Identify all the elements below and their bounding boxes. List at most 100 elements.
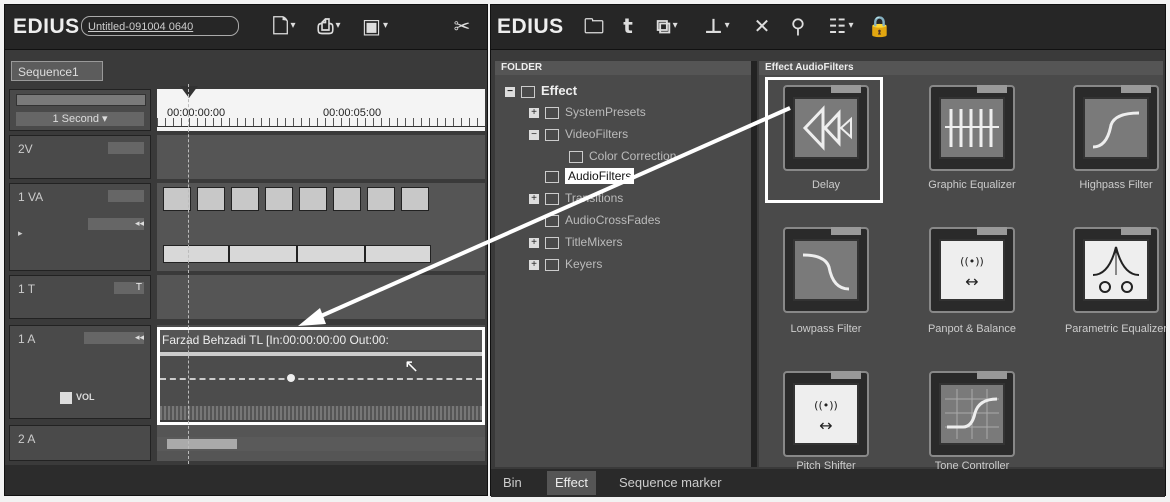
- new-project-button[interactable]: 🗋 ▾: [267, 13, 301, 39]
- panel-splitter[interactable]: [751, 61, 757, 467]
- track-name: 1 VA: [18, 190, 44, 204]
- tree-node-system-presets[interactable]: + SystemPresets: [529, 105, 646, 119]
- track-header-1a[interactable]: 1 A ◂◂ VOL: [9, 325, 151, 419]
- track-header-1va[interactable]: 1 VA ◂◂ ▸: [9, 183, 151, 271]
- effect-pitch-shifter[interactable]: ((•)) ↔: [783, 371, 869, 457]
- scrollbar-thumb[interactable]: [167, 439, 237, 449]
- tab-bin[interactable]: Bin: [495, 471, 530, 495]
- audio-clip[interactable]: [365, 245, 431, 263]
- track-header-2a[interactable]: 2 A: [9, 425, 151, 461]
- tile-tag: [831, 371, 861, 379]
- effect-highpass-filter[interactable]: [1073, 85, 1159, 171]
- lock-icon[interactable]: 🔒: [867, 13, 892, 39]
- folder-icon[interactable]: 🗀: [581, 13, 607, 39]
- svg-text:↔: ↔: [965, 272, 978, 291]
- folder-icon: [545, 214, 559, 227]
- view-mode-icon[interactable]: ☷ ▾: [821, 13, 861, 39]
- effect-parametric-equalizer[interactable]: [1073, 227, 1159, 313]
- volume-keyframe[interactable]: [287, 374, 295, 382]
- timeline-ruler[interactable]: 00:00:00:00 00:00:05:00: [157, 89, 485, 131]
- track-header-1t[interactable]: 1 T T: [9, 275, 151, 319]
- audio-toggle-icon[interactable]: ◂◂: [84, 332, 144, 344]
- audio-toggle-icon[interactable]: ◂◂: [88, 218, 144, 230]
- track-name: 1 A: [18, 332, 36, 346]
- effect-panpot-balance[interactable]: ((•)) ↔: [929, 227, 1015, 313]
- track-toggle-icon[interactable]: [108, 142, 144, 154]
- up-folder-icon[interactable]: t: [615, 13, 641, 39]
- pitch-shifter-icon: ((•)) ↔: [793, 383, 859, 445]
- expand-icon[interactable]: +: [529, 193, 539, 204]
- video-clip-thumb[interactable]: [265, 187, 293, 211]
- status-bar: [5, 465, 487, 495]
- video-clip-thumb[interactable]: [299, 187, 327, 211]
- video-toggle-icon[interactable]: [108, 190, 144, 202]
- volume-icon[interactable]: [60, 392, 72, 404]
- scale-dropdown[interactable]: 1 Second ▾: [16, 112, 144, 126]
- scale-panel: 1 Second ▾: [9, 89, 151, 131]
- tile-tag: [831, 227, 861, 235]
- expand-arrow-icon[interactable]: ▸: [18, 228, 23, 239]
- properties-icon[interactable]: ⚲: [781, 13, 815, 39]
- save-project-button[interactable]: ▣ ▾: [355, 13, 395, 39]
- sequence-tab[interactable]: Sequence1: [11, 61, 103, 81]
- video-clip-thumb[interactable]: [197, 187, 225, 211]
- video-clip-thumb[interactable]: [401, 187, 429, 211]
- ruler-ticks: [157, 118, 485, 127]
- cut-icon[interactable]: ✂: [449, 13, 475, 39]
- collapse-icon[interactable]: −: [505, 86, 515, 97]
- effect-label: Highpass Filter: [1079, 179, 1153, 191]
- tile-tag: [1121, 85, 1151, 93]
- folder-icon: [545, 170, 559, 183]
- effect-label: Delay: [811, 179, 841, 191]
- tree-node-keyers[interactable]: + Keyers: [529, 257, 602, 271]
- audio-clip[interactable]: [297, 245, 365, 263]
- video-clip-thumb[interactable]: [333, 187, 361, 211]
- tree-node-video-filters[interactable]: − VideoFilters: [529, 127, 628, 141]
- tree-node-title-mixers[interactable]: + TitleMixers: [529, 235, 623, 249]
- tree-node-effect[interactable]: − Effect: [505, 83, 577, 98]
- expand-icon[interactable]: +: [529, 107, 539, 118]
- audio-clip[interactable]: [229, 245, 297, 263]
- track-lane-1t[interactable]: [157, 275, 485, 319]
- tree-node-color-correction[interactable]: Color Correction: [569, 149, 676, 163]
- svg-text:((•)): ((•)): [814, 399, 838, 412]
- folder-view-icon[interactable]: ⧉ ▾: [647, 13, 687, 39]
- tree-node-audio-filters[interactable]: AudioFilters: [545, 168, 635, 184]
- video-clip-thumb[interactable]: [163, 187, 191, 211]
- delete-icon[interactable]: ✕: [749, 13, 775, 39]
- horizontal-scrollbar[interactable]: [157, 437, 485, 451]
- tree-node-transitions[interactable]: + Transitions: [529, 191, 623, 205]
- playhead-marker[interactable]: [180, 86, 198, 98]
- tone-controller-icon: [939, 383, 1005, 445]
- title-track-icon[interactable]: T: [114, 282, 144, 294]
- zoom-slider[interactable]: [16, 94, 146, 106]
- effect-label: Graphic Equalizer: [928, 179, 1016, 191]
- rubber-band-line[interactable]: [160, 352, 482, 356]
- panpot-icon: ((•)) ↔: [939, 239, 1005, 301]
- expand-icon[interactable]: +: [529, 259, 539, 270]
- parametric-icon: [1083, 239, 1149, 301]
- app-logo: EDIUS: [13, 15, 80, 38]
- folder-icon: [545, 258, 559, 271]
- track-name: 2 A: [18, 432, 36, 446]
- add-effect-icon[interactable]: ⊥ ▾: [697, 13, 737, 39]
- track-header-2v[interactable]: 2V: [9, 135, 151, 179]
- expand-icon[interactable]: +: [529, 237, 539, 248]
- audio-clip[interactable]: [163, 245, 229, 263]
- collapse-icon[interactable]: −: [529, 129, 539, 140]
- video-clip-thumb[interactable]: [367, 187, 395, 211]
- effect-label: Panpot & Balance: [927, 323, 1017, 335]
- video-clip-thumb[interactable]: [231, 187, 259, 211]
- tab-sequence-marker[interactable]: Sequence marker: [611, 471, 730, 495]
- effect-graphic-equalizer[interactable]: [929, 85, 1015, 171]
- volume-line[interactable]: [160, 378, 482, 380]
- effect-lowpass-filter[interactable]: [783, 227, 869, 313]
- tree-node-audio-cross-fades[interactable]: AudioCrossFades: [545, 213, 660, 227]
- effect-tone-controller[interactable]: [929, 371, 1015, 457]
- selected-audio-clip[interactable]: Farzad Behzadi TL [In:00:00:00:00 Out:00…: [157, 327, 485, 425]
- open-project-button[interactable]: ⎙ ▾: [309, 13, 349, 39]
- tab-effect[interactable]: Effect: [547, 471, 597, 495]
- effect-delay[interactable]: [783, 85, 869, 171]
- project-name[interactable]: Untitled-091004 0640: [81, 16, 239, 36]
- track-lane-2v[interactable]: [157, 135, 485, 179]
